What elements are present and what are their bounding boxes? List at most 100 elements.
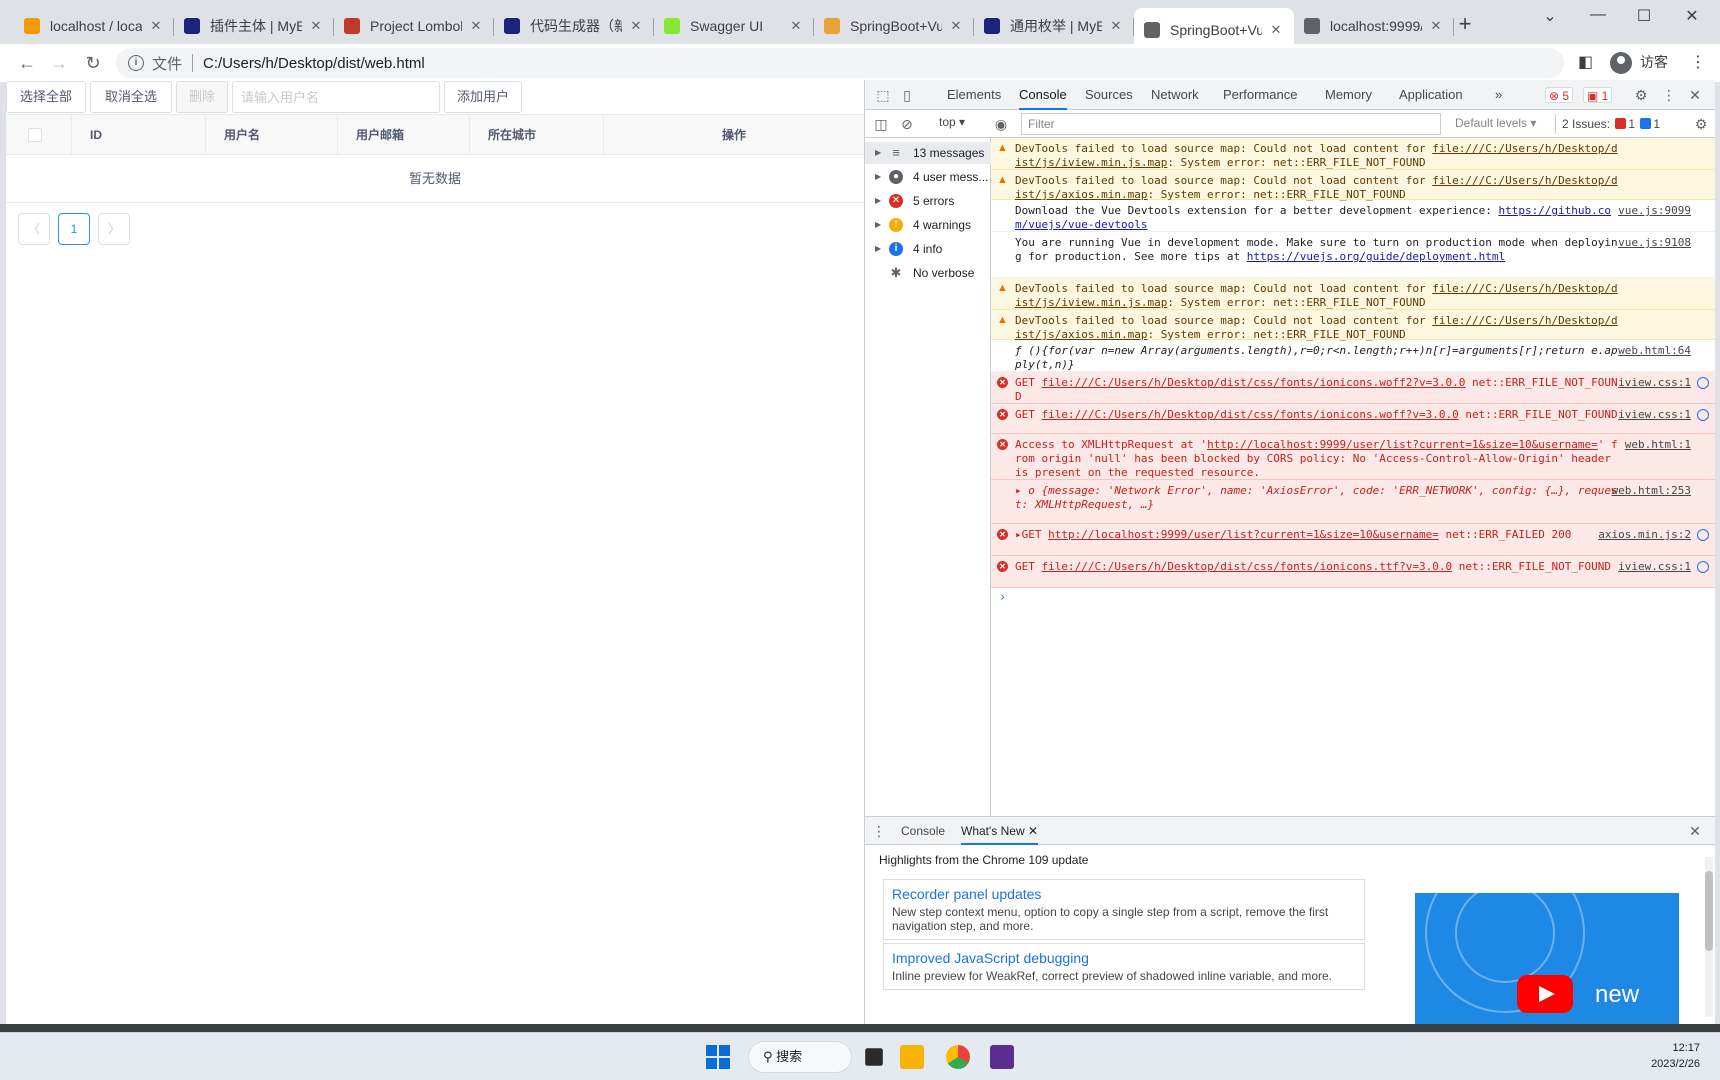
close-tab-icon[interactable]: ✕	[308, 18, 324, 34]
task-view-icon[interactable]	[865, 1048, 883, 1066]
delete-button[interactable]: 删除	[176, 81, 228, 113]
page-1-button[interactable]: 1	[58, 213, 90, 245]
browser-tab[interactable]: Swagger UI ✕	[654, 8, 814, 44]
message-source-link[interactable]: iview.css:1	[1618, 560, 1691, 574]
live-expression-eye-icon[interactable]: ◉	[993, 116, 1009, 132]
console-sidebar-item[interactable]: ▶ ✕ 5 errors	[865, 190, 991, 212]
expand-triangle-icon[interactable]: ▶	[875, 214, 881, 236]
devtools-tab-sources[interactable]: Sources	[1085, 80, 1133, 110]
reload-icon[interactable]: ↻	[82, 52, 104, 74]
youtube-play-icon[interactable]	[1517, 975, 1573, 1013]
address-url[interactable]: C:/Users/h/Desktop/dist/web.html	[203, 55, 425, 72]
browser-tab[interactable]: localhost:9999/u ✕	[1294, 8, 1454, 44]
close-tab-icon[interactable]: ✕	[1108, 18, 1124, 34]
close-tab-icon[interactable]: ✕	[788, 18, 804, 34]
new-tab-button[interactable]: +	[1452, 12, 1478, 38]
avatar[interactable]	[1610, 52, 1632, 74]
browser-tab[interactable]: 插件主体 | MyBa ✕	[174, 8, 334, 44]
console-sidebar-item[interactable]: ▶ ● 4 user mess...	[865, 166, 991, 188]
drawer-tab-whats-new[interactable]: What's New ✕	[961, 817, 1039, 845]
message-link[interactable]: http://localhost:9999/user/list?current=…	[1207, 438, 1598, 451]
close-tab-icon[interactable]: ✕	[468, 18, 484, 34]
username-search-input[interactable]	[232, 81, 440, 113]
message-source-link[interactable]: iview.css:1	[1618, 408, 1691, 422]
close-tab-icon[interactable]: ✕	[1428, 18, 1444, 34]
browser-tab[interactable]: Project Lombok ✕	[334, 8, 494, 44]
maximize-icon[interactable]: ☐	[1624, 6, 1664, 26]
add-user-button[interactable]: 添加用户	[444, 81, 522, 113]
system-clock[interactable]: 12:17 2023/2/26	[1651, 1040, 1700, 1072]
log-levels-dropdown[interactable]: Default levels ▾	[1455, 116, 1536, 130]
network-request-icon[interactable]	[1697, 561, 1709, 573]
message-link[interactable]: https://vuejs.org/guide/deployment.html	[1247, 250, 1505, 263]
taskbar-search[interactable]: ⚲ 搜索	[748, 1041, 852, 1073]
browser-tab[interactable]: SpringBoot+Vue ✕	[814, 8, 974, 44]
drawer-tab-console[interactable]: Console	[901, 817, 945, 845]
card-title[interactable]: Recorder panel updates	[892, 886, 1356, 902]
devtools-tab-network[interactable]: Network	[1151, 80, 1199, 110]
select-all-checkbox[interactable]	[28, 128, 42, 142]
minimize-icon[interactable]: —	[1578, 6, 1618, 24]
forward-icon[interactable]: →	[48, 52, 70, 74]
file-explorer-icon[interactable]	[900, 1045, 924, 1069]
select-all-button[interactable]: 选择全部	[6, 81, 86, 113]
menu-kebab-icon[interactable]: ⋮	[1690, 52, 1706, 72]
network-request-icon[interactable]	[1697, 377, 1709, 389]
message-link[interactable]: file:///C:/Users/h/Desktop/dist/css/font…	[1042, 408, 1459, 421]
inspect-element-icon[interactable]: ⬚	[875, 87, 891, 103]
scrollbar-thumb[interactable]	[1705, 871, 1713, 951]
devtools-tab-console[interactable]: Console	[1019, 80, 1067, 110]
expand-triangle-icon[interactable]: ▶	[875, 190, 881, 212]
chrome-icon[interactable]	[946, 1045, 970, 1069]
message-source-link[interactable]: web.html:64	[1618, 344, 1691, 358]
devtools-more-tabs-icon[interactable]: »	[1495, 80, 1502, 110]
issues-counter[interactable]: 2 Issues: 1 1	[1555, 114, 1660, 134]
intellij-icon[interactable]	[990, 1045, 1014, 1069]
device-toolbar-icon[interactable]: ▯	[899, 87, 915, 103]
browser-tab[interactable]: 通用枚举 | MyBa ✕	[974, 8, 1134, 44]
side-panel-icon[interactable]: ◧	[1578, 52, 1593, 72]
clear-console-icon[interactable]: ⊘	[899, 116, 915, 132]
issue-count-badge[interactable]: ▣ 1	[1583, 87, 1613, 103]
devtools-tab-memory[interactable]: Memory	[1325, 80, 1372, 110]
error-count-badge[interactable]: ⊗ 5	[1545, 87, 1574, 103]
message-source-link[interactable]: web.html:1	[1625, 438, 1691, 452]
expand-triangle-icon[interactable]: ▶	[875, 238, 881, 260]
next-page-button[interactable]: 〉	[98, 213, 130, 245]
close-tab-icon[interactable]: ✕	[148, 18, 164, 34]
site-info-icon[interactable]: i	[128, 55, 144, 71]
message-link[interactable]: http://localhost:9999/user/list?current=…	[1048, 528, 1439, 541]
network-request-icon[interactable]	[1697, 409, 1709, 421]
devtools-menu-icon[interactable]: ⋮	[1661, 87, 1677, 103]
windows-start-icon[interactable]	[706, 1045, 730, 1069]
devtools-tab-elements[interactable]: Elements	[947, 80, 1001, 110]
close-tab-icon[interactable]: ✕	[1028, 824, 1038, 838]
browser-tab[interactable]: localhost / locall ✕	[14, 8, 174, 44]
message-source-link[interactable]: web.html:253	[1612, 484, 1691, 498]
close-devtools-icon[interactable]: ✕	[1687, 87, 1703, 103]
close-tab-icon[interactable]: ✕	[1268, 22, 1284, 38]
expand-triangle-icon[interactable]: ▶	[875, 166, 881, 188]
prev-page-button[interactable]: 〈	[18, 213, 50, 245]
message-link[interactable]: file:///C:/Users/h/Desktop/dist/css/font…	[1042, 376, 1466, 389]
whats-new-card[interactable]: Recorder panel updates New step context …	[883, 879, 1365, 940]
close-tab-icon[interactable]: ✕	[948, 18, 964, 34]
whats-new-video-thumbnail[interactable]: new	[1415, 893, 1679, 1025]
console-filter-input[interactable]	[1021, 113, 1441, 135]
message-source-link[interactable]: vue.js:9099	[1618, 204, 1691, 218]
profile-label[interactable]: 访客	[1640, 52, 1668, 72]
devtools-tab-performance[interactable]: Performance	[1223, 80, 1297, 110]
whats-new-card[interactable]: Improved JavaScript debugging Inline pre…	[883, 943, 1365, 990]
deselect-all-button[interactable]: 取消全选	[90, 81, 172, 113]
message-source-link[interactable]: vue.js:9108	[1618, 236, 1691, 250]
address-bar[interactable]: i 文件 C:/Users/h/Desktop/dist/web.html	[116, 48, 1564, 78]
browser-tab[interactable]: 代码生成器（新） ✕	[494, 8, 654, 44]
devtools-tab-application[interactable]: Application	[1399, 80, 1463, 110]
close-tab-icon[interactable]: ✕	[628, 18, 644, 34]
console-sidebar-item[interactable]: ✱ No verbose	[865, 262, 991, 284]
console-sidebar-item[interactable]: ▶ i 4 info	[865, 238, 991, 260]
context-selector[interactable]: top ▾	[939, 115, 965, 129]
console-settings-icon[interactable]: ⚙	[1693, 116, 1709, 132]
network-request-icon[interactable]	[1697, 529, 1709, 541]
card-title[interactable]: Improved JavaScript debugging	[892, 950, 1356, 966]
